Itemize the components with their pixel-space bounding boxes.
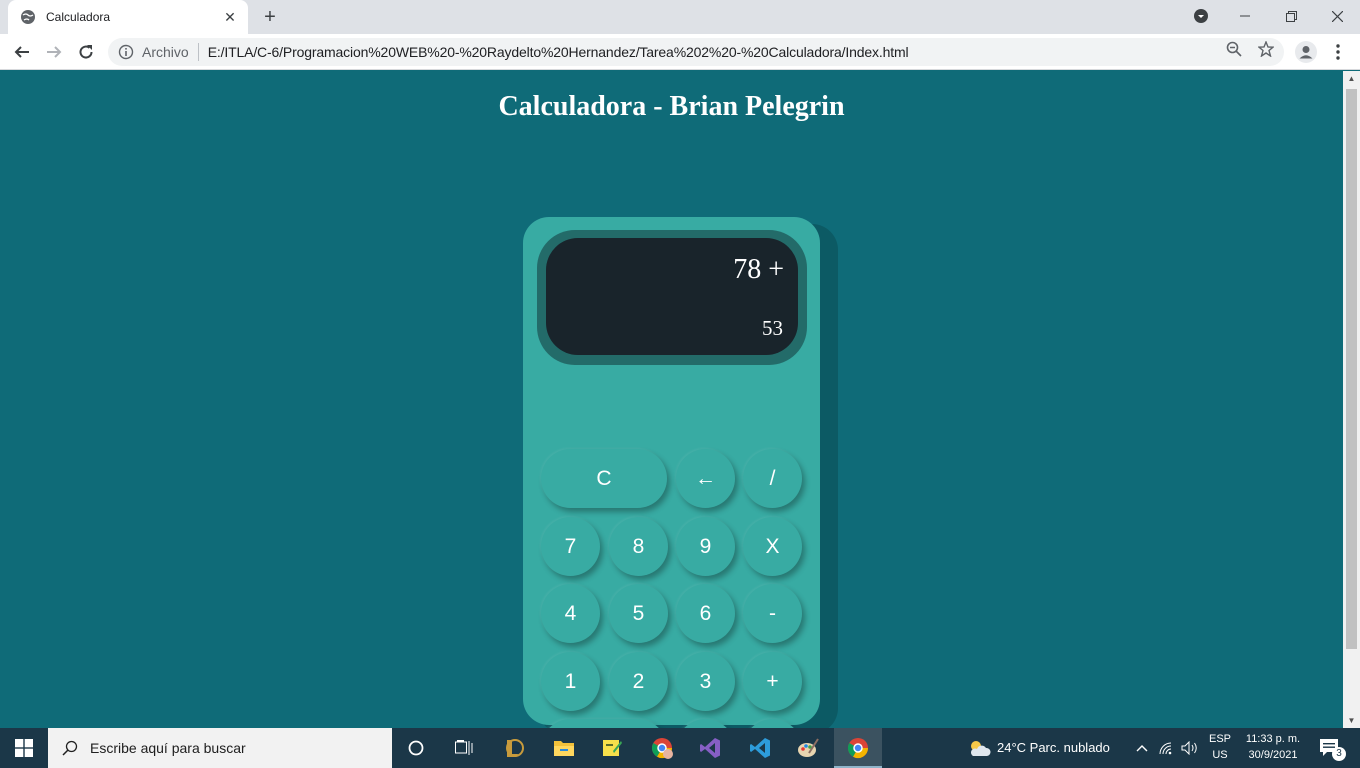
notifications-icon[interactable]: 3 bbox=[1310, 728, 1350, 768]
digit-4-button[interactable]: 4 bbox=[541, 584, 600, 643]
address-separator bbox=[197, 43, 199, 61]
calculator-display: 78 + 53 bbox=[546, 238, 798, 355]
minus-button[interactable]: - bbox=[743, 584, 802, 643]
clock-date: 30/9/2021 bbox=[1248, 749, 1298, 761]
zoom-icon[interactable] bbox=[1224, 39, 1244, 59]
vertical-scrollbar[interactable]: ▲ ▼ bbox=[1343, 71, 1360, 728]
language-code: ESP bbox=[1208, 733, 1231, 745]
visual-studio-icon[interactable] bbox=[686, 728, 734, 768]
tab-close-icon[interactable]: ✕ bbox=[222, 9, 238, 26]
taskbar: Escribe aquí para buscar 24°C Parc. nubl… bbox=[0, 728, 1360, 768]
new-tab-button[interactable]: + bbox=[259, 6, 281, 28]
restore-icon[interactable] bbox=[1268, 0, 1314, 32]
display-expression: 78 + bbox=[733, 254, 784, 285]
scrollbar-thumb[interactable] bbox=[1346, 89, 1357, 649]
taskbar-search-placeholder: Escribe aquí para buscar bbox=[90, 740, 246, 756]
digit-9-button[interactable]: 9 bbox=[676, 517, 735, 576]
minimize-icon[interactable] bbox=[1222, 0, 1268, 32]
multiply-button[interactable]: X bbox=[743, 517, 802, 576]
display-result: 53 bbox=[762, 316, 783, 340]
digit-2-button[interactable]: 2 bbox=[609, 652, 668, 711]
vscode-icon[interactable] bbox=[736, 728, 784, 768]
digit-7-button[interactable]: 7 bbox=[541, 517, 600, 576]
digit-3-button[interactable]: 3 bbox=[676, 652, 735, 711]
globe-icon bbox=[21, 10, 35, 24]
reload-icon[interactable] bbox=[74, 40, 98, 64]
forward-arrow-icon[interactable] bbox=[42, 40, 66, 64]
browser-toolbar: Archivo E:/ITLA/C-6/Programacion%20WEB%2… bbox=[0, 34, 1360, 70]
display-frame: 78 + 53 bbox=[537, 230, 807, 365]
windows-start-icon[interactable] bbox=[0, 728, 48, 768]
chevron-up-icon[interactable] bbox=[1130, 728, 1154, 768]
browser-tab[interactable]: Calculadora ✕ bbox=[8, 0, 248, 34]
back-arrow-icon[interactable] bbox=[10, 40, 34, 64]
league-of-legends-icon[interactable] bbox=[490, 728, 538, 768]
clear-button[interactable]: C bbox=[541, 449, 667, 508]
bookmark-star-icon[interactable] bbox=[1256, 39, 1276, 59]
window-close-icon[interactable] bbox=[1314, 0, 1360, 32]
backspace-button[interactable]: ← bbox=[676, 449, 735, 508]
paint-icon[interactable] bbox=[784, 728, 832, 768]
chrome-profile-icon[interactable] bbox=[638, 728, 686, 768]
address-url[interactable]: E:/ITLA/C-6/Programacion%20WEB%20-%20Ray… bbox=[208, 44, 909, 60]
address-bar[interactable]: Archivo E:/ITLA/C-6/Programacion%20WEB%2… bbox=[108, 38, 1284, 66]
digit-5-button[interactable]: 5 bbox=[609, 584, 668, 643]
plus-button[interactable]: + bbox=[743, 652, 802, 711]
profile-avatar-icon[interactable] bbox=[1294, 40, 1318, 64]
chrome-taskbar-icon[interactable] bbox=[834, 728, 882, 768]
tab-title: Calculadora bbox=[46, 10, 111, 24]
digit-6-button[interactable]: 6 bbox=[676, 584, 735, 643]
scroll-down-arrow-icon[interactable]: ▼ bbox=[1347, 716, 1356, 725]
digit-8-button[interactable]: 8 bbox=[609, 517, 668, 576]
menu-kebab-icon[interactable] bbox=[1326, 40, 1350, 64]
divide-button[interactable]: / bbox=[743, 449, 802, 508]
digit-1-button[interactable]: 1 bbox=[541, 652, 600, 711]
keyboard-layout: US bbox=[1212, 749, 1228, 761]
sticky-notes-icon[interactable] bbox=[588, 728, 636, 768]
task-view-icon[interactable] bbox=[440, 728, 488, 768]
clock-time: 11:33 p. m. bbox=[1245, 733, 1301, 745]
taskbar-search-box[interactable]: Escribe aquí para buscar bbox=[48, 728, 392, 768]
clock[interactable]: 11:33 p. m. 30/9/2021 bbox=[1238, 731, 1308, 763]
page-viewport: Calculadora - Brian Pelegrin 78 + 53 C ←… bbox=[0, 71, 1343, 768]
language-indicator[interactable]: ESP US bbox=[1206, 731, 1234, 763]
info-icon[interactable] bbox=[118, 44, 134, 60]
weather-text[interactable]: 24°C Parc. nublado bbox=[997, 740, 1110, 755]
search-icon bbox=[62, 740, 78, 756]
notification-count-badge: 3 bbox=[1332, 747, 1346, 761]
page-title: Calculadora - Brian Pelegrin bbox=[498, 91, 845, 122]
scroll-up-arrow-icon[interactable]: ▲ bbox=[1347, 74, 1356, 83]
cortana-icon[interactable] bbox=[392, 728, 440, 768]
volume-icon[interactable] bbox=[1178, 728, 1202, 768]
calculator: 78 + 53 C ← / 7 8 9 X 4 5 6 - 1 2 3 + 0 … bbox=[523, 217, 820, 768]
file-explorer-icon[interactable] bbox=[540, 728, 588, 768]
address-scheme-label: Archivo bbox=[142, 44, 189, 60]
tab-strip: Calculadora ✕ + bbox=[0, 0, 1360, 34]
tab-search-icon[interactable] bbox=[1188, 0, 1214, 32]
network-icon[interactable] bbox=[1155, 728, 1179, 768]
